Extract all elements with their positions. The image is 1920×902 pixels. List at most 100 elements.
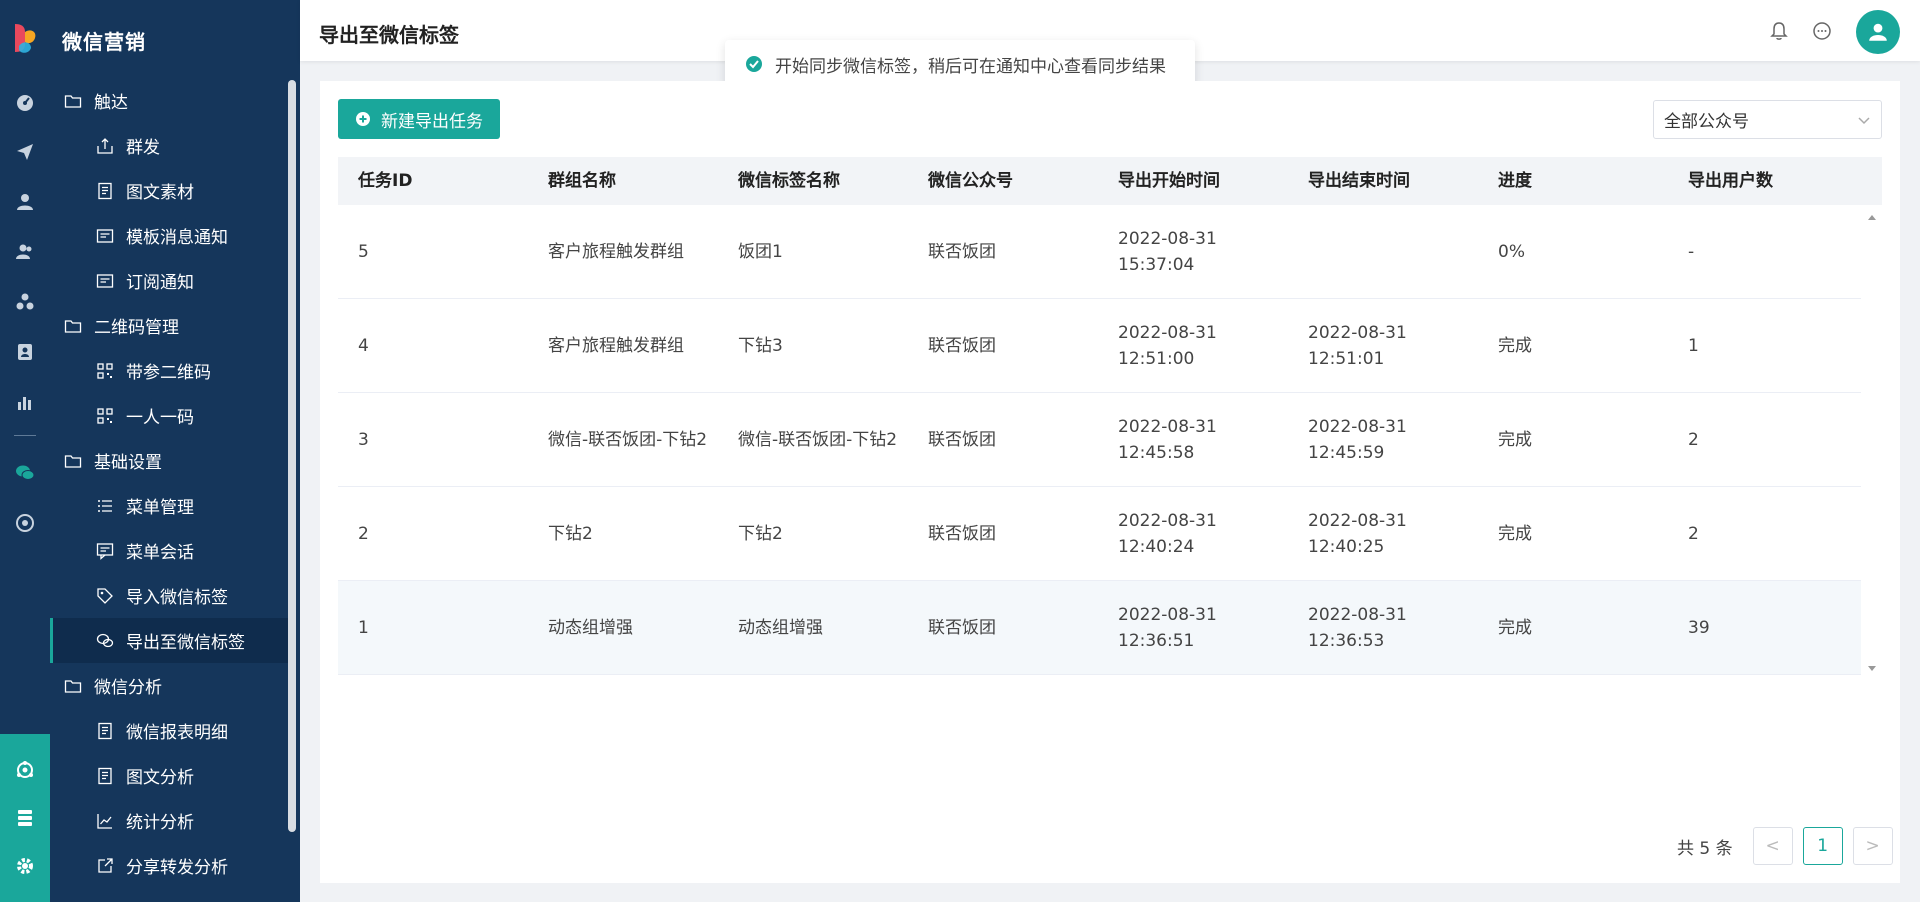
cell-task-id-text: 5 (358, 241, 369, 262)
table-scrollbar[interactable] (1862, 205, 1882, 675)
user-icon[interactable] (13, 190, 37, 214)
sidebar-scrollbar[interactable] (288, 80, 296, 832)
cell-tag-name: 动态组增强 (718, 615, 908, 641)
cell-user-count-text: 1 (1688, 335, 1699, 356)
send-icon[interactable] (13, 140, 37, 164)
cell-account: 联否饭团 (908, 427, 1098, 453)
cluster-icon[interactable] (13, 290, 37, 314)
template-icon (96, 227, 114, 245)
cell-task-id: 3 (338, 427, 528, 453)
sidebar-item-5[interactable]: 二维码管理 (50, 303, 290, 348)
template-icon (96, 272, 114, 290)
document-icon (96, 767, 114, 785)
sidebar-item-7[interactable]: 一人一码 (50, 393, 290, 438)
cell-account-text: 联否饭团 (928, 241, 996, 262)
pagination-total: 共 5 条 (1677, 838, 1733, 859)
cell-end-time-text: 2022-08-31 (1308, 416, 1407, 437)
folder-icon (64, 452, 82, 470)
cell-start-time-text: 2022-08-31 (1118, 510, 1217, 531)
cell-group-name: 客户旅程触发群组 (528, 333, 718, 359)
bell-icon[interactable] (1768, 20, 1790, 42)
sidebar-item-12[interactable]: 导出至微信标签 (50, 618, 290, 663)
sidebar: 微信营销 触达 群发 图文素材模板消息通知订阅通知 二维码管理带参二维码一人一码基础设… (50, 0, 300, 902)
wechat-icon[interactable] (13, 461, 37, 485)
cell-group-name: 下钻2 (528, 521, 718, 547)
dashboard-icon[interactable] (13, 90, 37, 114)
sidebar-item-0[interactable]: 触达 (50, 78, 290, 123)
table-row[interactable]: 5 客户旅程触发群组 饭团1 联否饭团 2022-08-31 15:37:04 0% - (338, 205, 1861, 299)
sidebar-item-17[interactable]: 分享转发分析 (50, 843, 290, 888)
sidebar-item-label: 一人一码 (126, 408, 194, 428)
sidebar-item-8[interactable]: 基础设置 (50, 438, 290, 483)
user-avatar-icon (1869, 23, 1887, 41)
sidebar-item-4[interactable]: 订阅通知 (50, 258, 290, 303)
server-icon[interactable] (13, 806, 37, 830)
users-icon[interactable] (13, 240, 37, 264)
table-header: 任务ID 群组名称 微信标签名称 微信公众号 导出开始时间 导出结束时间 进度 … (338, 157, 1882, 205)
avatar[interactable] (1856, 10, 1900, 54)
prev-page-button[interactable]: < (1752, 827, 1793, 865)
rail-bottom-panel (0, 734, 50, 902)
cell-task-id: 1 (338, 615, 528, 641)
cell-user-count: 2 (1668, 427, 1861, 453)
cell-task-id-text: 1 (358, 617, 369, 638)
sidebar-item-label: 模板消息通知 (126, 228, 228, 248)
account-select[interactable]: 全部公众号 (1653, 100, 1882, 139)
next-page-button[interactable]: > (1852, 827, 1893, 865)
new-export-task-label: 新建导出任务 (381, 111, 483, 132)
sidebar-item-15[interactable]: 图文分析 (50, 753, 290, 798)
sidebar-item-6[interactable]: 带参二维码 (50, 348, 290, 393)
check-circle-icon (745, 55, 763, 73)
sidebar-item-3[interactable]: 模板消息通知 (50, 213, 290, 258)
pagination: 共 5 条 < 1 > (1677, 827, 1893, 865)
page-number-button[interactable]: 1 (1802, 827, 1843, 865)
cell-progress-text: 完成 (1498, 523, 1532, 544)
table-row[interactable]: 3 微信-联否饭团-下钻2 微信-联否饭团-下钻2 联否饭团 2022-08-31 12:… (338, 393, 1861, 487)
cell-account-text: 联否饭团 (928, 429, 996, 450)
cell-tag-name-text: 下钻3 (738, 335, 783, 356)
settings-gear-icon[interactable] (13, 854, 37, 878)
bar-chart-icon[interactable] (13, 390, 37, 414)
cell-user-count: 39 (1668, 615, 1861, 641)
sidebar-item-label: 微信报表明细 (126, 723, 228, 743)
sidebar-title: 微信营销 (62, 30, 146, 54)
table-row[interactable]: 4 客户旅程触发群组 下钻3 联否饭团 2022-08-31 12:51:00 2022-0… (338, 299, 1861, 393)
sidebar-item-1[interactable]: 群发 (50, 123, 290, 168)
table-row[interactable]: 1 动态组增强 动态组增强 联否饭团 2022-08-31 12:36:51 2022-08… (338, 581, 1861, 675)
sidebar-item-label: 带参二维码 (126, 363, 211, 383)
share-icon (96, 857, 114, 875)
cell-user-count: - (1668, 239, 1861, 265)
target-icon[interactable] (13, 511, 37, 535)
scroll-down-arrow-icon[interactable] (1868, 666, 1876, 671)
cell-group-name-text: 微信-联否饭团-下钻2 (548, 429, 708, 450)
network-icon[interactable] (13, 758, 37, 782)
column-header-tag-name: 微信标签名称 (738, 171, 840, 191)
cell-tag-name: 微信-联否饭团-下钻2 (718, 427, 908, 453)
contact-card-icon[interactable] (13, 340, 37, 364)
new-export-task-button[interactable]: 新建导出任务 (338, 99, 500, 139)
sidebar-item-2[interactable]: 图文素材 (50, 168, 290, 213)
cell-progress-text: 0% (1498, 241, 1525, 262)
sidebar-item-10[interactable]: 菜单会话 (50, 528, 290, 573)
chat-icon (96, 542, 114, 560)
table-row[interactable]: 2 下钻2 下钻2 联否饭团 2022-08-31 12:40:24 2022-08-31 1… (338, 487, 1861, 581)
sidebar-item-11[interactable]: 导入微信标签 (50, 573, 290, 618)
column-header-task-id: 任务ID (358, 171, 413, 191)
cell-start-time: 2022-08-31 12:40:24 (1098, 508, 1288, 560)
rail-divider (14, 435, 36, 436)
cell-task-id: 2 (338, 521, 528, 547)
sidebar-item-16[interactable]: 统计分析 (50, 798, 290, 843)
cell-start-time: 2022-08-31 12:36:51 (1098, 602, 1288, 654)
sidebar-item-label: 导出至微信标签 (126, 633, 245, 653)
cell-tag-name-text: 下钻2 (738, 523, 783, 544)
cell-task-id-text: 3 (358, 429, 369, 450)
sidebar-item-label: 微信分析 (94, 678, 162, 698)
sidebar-item-13[interactable]: 微信分析 (50, 663, 290, 708)
message-icon[interactable] (1811, 20, 1833, 42)
toast-message: 开始同步微信标签，稍后可在通知中心查看同步结果 (775, 56, 1166, 77)
cell-start-time-text: 2022-08-31 (1118, 604, 1217, 625)
sidebar-item-9[interactable]: 菜单管理 (50, 483, 290, 528)
scroll-up-arrow-icon[interactable] (1868, 215, 1876, 220)
column-header-start-time: 导出开始时间 (1118, 171, 1220, 191)
sidebar-item-14[interactable]: 微信报表明细 (50, 708, 290, 753)
